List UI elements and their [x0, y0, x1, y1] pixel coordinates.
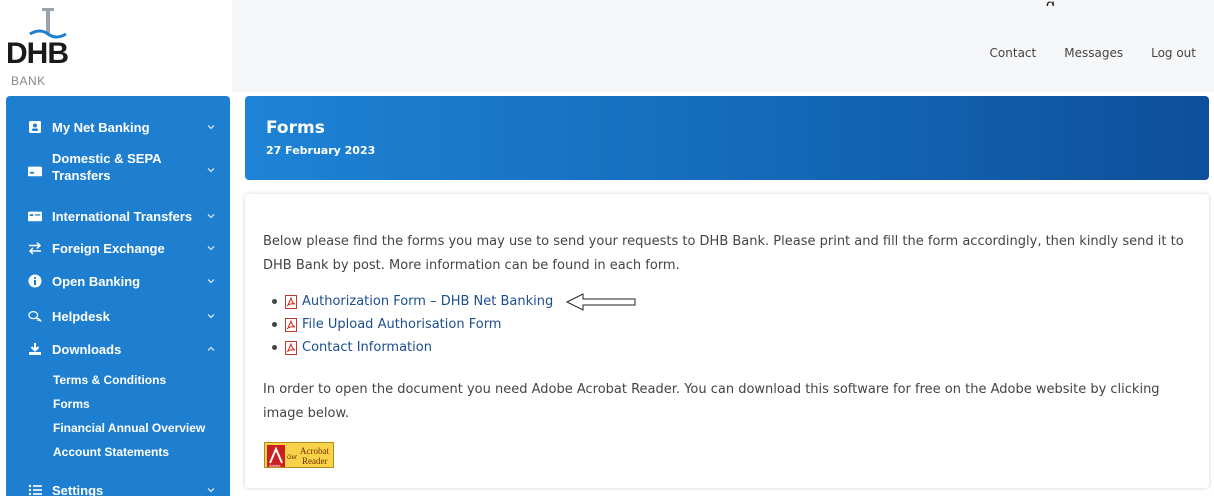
pdf-icon — [285, 340, 297, 355]
list-item: Contact Information — [272, 336, 637, 359]
chevron-down-icon — [206, 122, 216, 132]
download-icon — [28, 342, 42, 356]
chevron-up-icon — [206, 344, 216, 354]
info-icon — [28, 274, 42, 288]
acrobat-badge-brand-line-1: Acrobat — [300, 446, 329, 456]
sidebar-item-domestic-sepa-transfers[interactable]: Domestic & SEPA Transfers — [6, 148, 230, 188]
contact-link[interactable]: Contact — [990, 46, 1037, 60]
acrobat-badge-get: Get — [287, 455, 297, 461]
acrobat-badge-maker: Adobe — [269, 463, 281, 468]
chevron-down-icon — [206, 276, 216, 286]
account-card-icon — [28, 120, 42, 134]
sidebar-item-label: Helpdesk — [52, 308, 110, 324]
sidebar-item-international-transfers[interactable]: International Transfers — [6, 206, 230, 226]
acrobat-reader-badge-icon: Adobe Get Acrobat Reader — [267, 445, 329, 468]
list-item: File Upload Authorisation Form — [272, 313, 637, 336]
pdf-icon — [285, 294, 297, 309]
dhb-bank-logo[interactable]: DHB BANK — [6, 6, 126, 90]
sidebar: My Net Banking Domestic & SEPA Transfers… — [6, 96, 230, 496]
chevron-down-icon — [206, 165, 216, 175]
sidebar-item-my-net-banking[interactable]: My Net Banking — [6, 117, 230, 137]
logo-text: DHB — [6, 37, 69, 70]
logout-link[interactable]: Log out — [1151, 46, 1196, 60]
settings-list-icon — [28, 483, 42, 496]
top-navigation: Contact Messages Log out — [990, 46, 1196, 60]
sidebar-item-label: Open Banking — [52, 273, 141, 289]
sidebar-subitem-financial-annual-overview[interactable]: Financial Annual Overview — [53, 421, 205, 435]
sidebar-item-label: International Transfers — [52, 208, 193, 224]
exchange-icon — [28, 241, 42, 255]
sidebar-item-helpdesk[interactable]: Helpdesk — [6, 306, 230, 326]
sidebar-item-label: Downloads — [52, 341, 122, 357]
sidebar-item-label: My Net Banking — [52, 119, 150, 135]
top-header: g DHB BANK Contact Messages Log out — [0, 0, 1214, 92]
pdf-icon — [285, 317, 297, 332]
page-date: 27 February 2023 — [266, 144, 376, 157]
list-item: Authorization Form – DHB Net Banking — [272, 290, 637, 313]
sidebar-item-label: Foreign Exchange — [52, 240, 165, 256]
intro-text: Below please find the forms you may use … — [263, 234, 1184, 273]
authorization-form-link[interactable]: Authorization Form – DHB Net Banking — [302, 294, 553, 309]
sidebar-item-label: Settings — [52, 482, 104, 496]
sidebar-item-open-banking[interactable]: Open Banking — [6, 271, 230, 291]
sidebar-label-line-1: Domestic & SEPA — [52, 151, 162, 166]
forms-list: Authorization Form – DHB Net Banking Fil… — [272, 290, 637, 359]
logo-subtext: BANK — [11, 74, 46, 88]
cropped-corner-text: g — [1046, 0, 1076, 6]
chevron-down-icon — [206, 211, 216, 221]
sidebar-item-downloads[interactable]: Downloads — [6, 339, 230, 359]
page-title-banner: Forms 27 February 2023 — [245, 96, 1209, 180]
bullet-icon — [272, 322, 277, 327]
sidebar-subitem-terms-conditions[interactable]: Terms & Conditions — [53, 373, 166, 387]
sidebar-subitem-forms[interactable]: Forms — [53, 397, 90, 411]
page-title: Forms — [266, 118, 325, 138]
sidebar-item-foreign-exchange[interactable]: Foreign Exchange — [6, 238, 230, 258]
bullet-icon — [272, 345, 277, 350]
bullet-icon — [272, 299, 277, 304]
card-icon — [28, 209, 42, 223]
sidebar-item-settings[interactable]: Settings — [6, 480, 230, 496]
chevron-down-icon — [206, 243, 216, 253]
messages-link[interactable]: Messages — [1064, 46, 1123, 60]
sidebar-subitem-account-statements[interactable]: Account Statements — [53, 445, 169, 459]
contact-information-link[interactable]: Contact Information — [302, 340, 432, 355]
file-upload-authorisation-form-link[interactable]: File Upload Authorisation Form — [302, 317, 501, 332]
chevron-down-icon — [206, 311, 216, 321]
acrobat-note: In order to open the document you need A… — [263, 382, 1160, 421]
get-acrobat-reader-button[interactable]: Adobe Get Acrobat Reader — [264, 442, 334, 468]
forms-content-card: Below please find the forms you may use … — [245, 194, 1209, 488]
chat-icon — [28, 309, 42, 323]
card-icon — [28, 164, 42, 178]
sidebar-label-line-2: Transfers — [52, 168, 111, 183]
arrow-left-icon — [566, 292, 636, 311]
sidebar-item-label: Domestic & SEPA Transfers — [52, 150, 162, 184]
acrobat-badge-brand-line-2: Reader — [302, 456, 327, 466]
chevron-down-icon — [206, 485, 216, 495]
